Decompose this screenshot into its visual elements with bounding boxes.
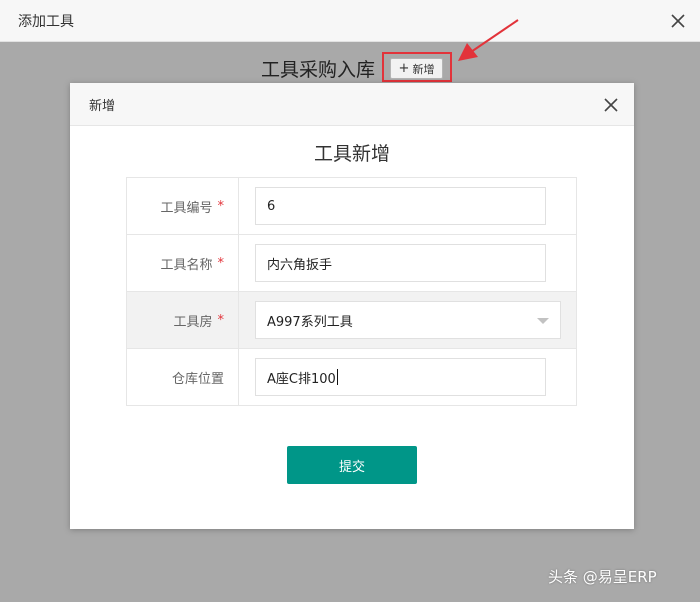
tool-number-label: 工具编号 * xyxy=(127,178,239,234)
outer-close-icon[interactable] xyxy=(668,11,688,31)
submit-button[interactable]: 提交 xyxy=(287,446,417,484)
annotation-arrow-icon xyxy=(458,19,519,61)
page-title: 工具采购入库 xyxy=(261,59,376,81)
highlight-annotation-box xyxy=(382,52,452,82)
required-mark: * xyxy=(217,198,225,214)
watermark: 头条 @易呈ERP xyxy=(548,568,657,586)
tool-number-value: 6 xyxy=(267,198,276,214)
tool-form: 工具编号 * 6 工具名称 * 内六角扳手 工具房 * A997系列工具 仓库位… xyxy=(126,177,577,406)
warehouse-location-value: A座C排100 xyxy=(267,371,336,387)
tool-room-value: A997系列工具 xyxy=(267,314,353,330)
warehouse-location-input[interactable]: A座C排100 xyxy=(255,358,546,396)
required-mark: * xyxy=(217,255,225,271)
dropdown-arrow-icon xyxy=(537,318,549,324)
tool-number-label-text: 工具编号 xyxy=(160,200,213,216)
required-mark: * xyxy=(217,312,225,328)
form-row-warehouse-location: 仓库位置 A座C排100 xyxy=(127,349,576,405)
outer-dialog-title: 添加工具 xyxy=(18,14,74,30)
tool-name-label: 工具名称 * xyxy=(127,235,239,291)
form-row-tool-room: 工具房 * A997系列工具 xyxy=(127,292,576,349)
tool-name-label-text: 工具名称 xyxy=(160,257,213,273)
tool-room-label: 工具房 * xyxy=(127,292,239,348)
form-title: 工具新增 xyxy=(313,143,390,165)
tool-room-label-text: 工具房 xyxy=(173,314,213,330)
warehouse-location-label-text: 仓库位置 xyxy=(171,371,224,387)
tool-name-input[interactable]: 内六角扳手 xyxy=(255,244,546,282)
add-tool-modal: 新增 工具新增 工具编号 * 6 工具名称 * 内六角扳手 工具房 * A997… xyxy=(70,83,634,529)
tool-room-select[interactable]: A997系列工具 xyxy=(255,301,561,339)
tool-name-value: 内六角扳手 xyxy=(267,257,333,273)
form-row-tool-name: 工具名称 * 内六角扳手 xyxy=(127,235,576,292)
text-cursor xyxy=(336,369,338,385)
outer-dialog-header: 添加工具 xyxy=(0,0,700,42)
modal-close-icon[interactable] xyxy=(601,95,621,115)
modal-title: 新增 xyxy=(89,99,116,114)
form-row-tool-number: 工具编号 * 6 xyxy=(127,178,576,235)
warehouse-location-label: 仓库位置 xyxy=(127,349,239,405)
tool-number-input[interactable]: 6 xyxy=(255,187,546,225)
modal-header: 新增 xyxy=(70,83,634,126)
